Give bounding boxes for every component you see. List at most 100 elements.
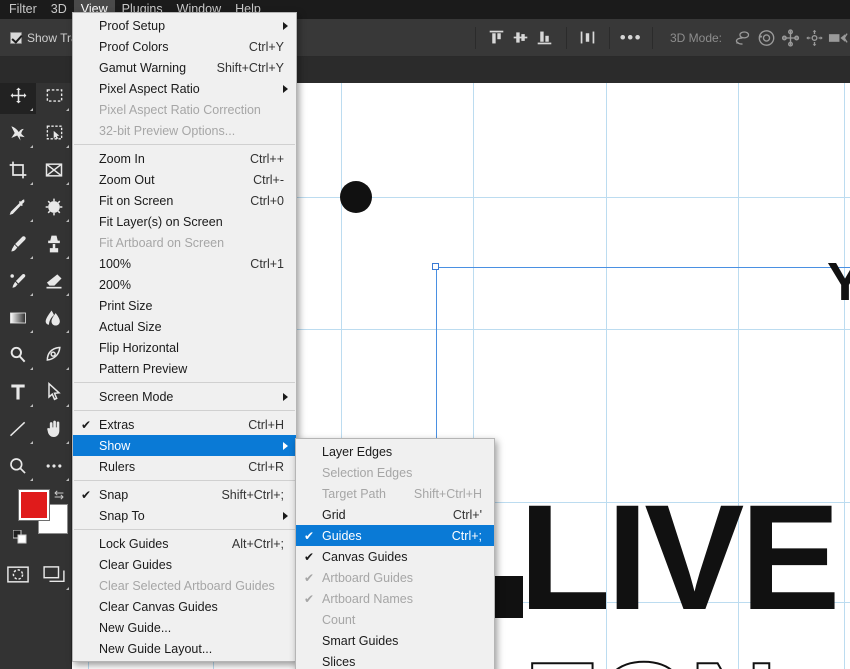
menu-item-shortcut: Ctrl+Y [248, 39, 284, 54]
screen-mode-button[interactable] [36, 556, 72, 593]
eraser-tool[interactable] [36, 262, 72, 299]
brush-tool[interactable] [0, 225, 36, 262]
menu-item-zoom-in[interactable]: Zoom In Ctrl++ [73, 148, 296, 169]
menu-item-shortcut: Ctrl+R [248, 459, 284, 474]
menu-item-canvas-guides[interactable]: ✔ Canvas Guides [296, 546, 494, 567]
menu-item-label: Pixel Aspect Ratio Correction [99, 102, 261, 117]
menu-item-zoom-out[interactable]: Zoom Out Ctrl+- [73, 169, 296, 190]
align-top-edges-icon[interactable] [485, 26, 509, 50]
menu-item-new-guide[interactable]: New Guide... [73, 617, 296, 638]
menu-item-fit-on-screen[interactable]: Fit on Screen Ctrl+0 [73, 190, 296, 211]
menu-item-artboard-names: ✔ Artboard Names [296, 588, 494, 609]
menu-item-show[interactable]: Show [73, 435, 296, 456]
menu-item-grid[interactable]: Grid Ctrl+' [296, 504, 494, 525]
divider [651, 26, 653, 49]
menu-item-label: 100% [99, 256, 131, 271]
type-tool[interactable] [0, 373, 36, 410]
menu-item-fit-layer-s-on-screen[interactable]: Fit Layer(s) on Screen [73, 211, 296, 232]
menu-item-label: Proof Colors [99, 39, 169, 54]
spot-healing-brush-tool[interactable] [36, 188, 72, 225]
menu-item-flip-horizontal[interactable]: Flip Horizontal [73, 337, 296, 358]
more-dots-icon: ••• [619, 27, 643, 47]
hand-tool[interactable] [36, 410, 72, 447]
frame-tool[interactable] [36, 151, 72, 188]
zoom-tool[interactable] [0, 447, 36, 484]
view-dropdown-menu: Proof Setup Proof Colors Ctrl+Y Gamut Warni… [72, 12, 297, 662]
history-brush-tool[interactable] [0, 262, 36, 299]
artwork-text-y[interactable]: Y [827, 251, 850, 313]
check-icon: ✔ [304, 591, 315, 606]
menu-item-print-size[interactable]: Print Size [73, 295, 296, 316]
slide-3d-icon[interactable] [802, 26, 826, 50]
menu-item-lock-guides[interactable]: Lock Guides Alt+Ctrl+; [73, 533, 296, 554]
foreground-color-swatch[interactable] [18, 489, 50, 521]
scale-3d-camera-icon[interactable] [826, 26, 850, 50]
menu-item-200[interactable]: 200% [73, 274, 296, 295]
path-selection-tool[interactable] [36, 373, 72, 410]
menu-item-snap-to[interactable]: Snap To [73, 505, 296, 526]
menu-item-label: Count [322, 612, 356, 627]
menu-item-label: Lock Guides [99, 536, 169, 551]
menu-item-shortcut: Ctrl+' [452, 507, 482, 522]
menu-item-pattern-preview[interactable]: Pattern Preview [73, 358, 296, 379]
menu-item-layer-edges[interactable]: Layer Edges [296, 441, 494, 462]
dodge-tool[interactable] [0, 336, 36, 373]
menu-item-label: Fit Artboard on Screen [99, 235, 225, 250]
menu-filter[interactable]: Filter [2, 0, 44, 19]
menu-item-new-guide-layout[interactable]: New Guide Layout... [73, 638, 296, 659]
checkbox-icon[interactable] [10, 31, 22, 44]
menu-item-proof-colors[interactable]: Proof Colors Ctrl+Y [73, 36, 296, 57]
eyedropper-tool[interactable] [0, 188, 36, 225]
menu-item-100[interactable]: 100% Ctrl+1 [73, 253, 296, 274]
line-shape-tool[interactable] [0, 410, 36, 447]
menu-item-guides[interactable]: ✔ Guides Ctrl+; [296, 525, 494, 546]
artwork-text-outline[interactable]: ZON [523, 635, 779, 669]
roll-3d-icon[interactable] [754, 26, 778, 50]
menu-item-shortcut: Shift+Ctrl+; [221, 487, 284, 502]
menu-item-snap[interactable]: ✔ Snap Shift+Ctrl+; [73, 484, 296, 505]
color-swatches: ⇆ [0, 488, 71, 554]
pen-tool[interactable] [36, 336, 72, 373]
menu-item-label: Pixel Aspect Ratio [99, 81, 200, 96]
gradient-tool[interactable] [0, 299, 36, 336]
edit-toolbar-tool[interactable] [36, 447, 72, 484]
menu-item-shortcut: Ctrl+0 [250, 193, 284, 208]
object-selection-tool[interactable] [36, 114, 72, 151]
menu-item-actual-size[interactable]: Actual Size [73, 316, 296, 337]
submenu-arrow-icon [283, 441, 288, 450]
default-colors-icon[interactable] [12, 529, 27, 549]
menu-item-clear-canvas-guides[interactable]: Clear Canvas Guides [73, 596, 296, 617]
quick-mask-mode-button[interactable] [0, 556, 36, 593]
menu-item-screen-mode[interactable]: Screen Mode [73, 386, 296, 407]
more-options-button[interactable]: ••• [619, 26, 643, 50]
menu-item-gamut-warning[interactable]: Gamut Warning Shift+Ctrl+Y [73, 57, 296, 78]
swap-colors-icon[interactable]: ⇆ [54, 488, 64, 502]
blur-tool[interactable] [36, 299, 72, 336]
circle-shape[interactable] [340, 181, 372, 213]
clone-stamp-tool[interactable] [36, 225, 72, 262]
menu-item-shortcut: Ctrl++ [249, 151, 284, 166]
menu-item-label: Artboard Names [322, 591, 414, 606]
transform-anchor-handle[interactable] [432, 263, 439, 270]
submenu-arrow-icon [283, 392, 288, 401]
pan-3d-icon[interactable] [778, 26, 802, 50]
artwork-text-live[interactable]: LIVE [519, 471, 840, 644]
vertical-guide[interactable] [844, 83, 845, 669]
menu-separator [74, 480, 295, 481]
align-bottom-edges-icon[interactable] [533, 26, 557, 50]
menu-item-label: Flip Horizontal [99, 340, 179, 355]
menu-item-pixel-aspect-ratio[interactable]: Pixel Aspect Ratio [73, 78, 296, 99]
align-vertical-centers-icon[interactable] [509, 26, 533, 50]
lasso-tool[interactable] [0, 114, 36, 151]
menu-item-rulers[interactable]: Rulers Ctrl+R [73, 456, 296, 477]
distribute-horizontal-icon[interactable] [576, 26, 600, 50]
rotate-3d-icon[interactable] [730, 26, 754, 50]
menu-item-extras[interactable]: ✔ Extras Ctrl+H [73, 414, 296, 435]
menu-3d[interactable]: 3D [44, 0, 74, 19]
crop-tool[interactable] [0, 151, 36, 188]
menu-item-slices[interactable]: Slices [296, 651, 494, 669]
menu-item-smart-guides[interactable]: Smart Guides [296, 630, 494, 651]
menu-item-proof-setup[interactable]: Proof Setup [73, 15, 296, 36]
show-transform-controls-checkbox[interactable]: Show Tra [10, 31, 78, 45]
menu-item-clear-guides[interactable]: Clear Guides [73, 554, 296, 575]
